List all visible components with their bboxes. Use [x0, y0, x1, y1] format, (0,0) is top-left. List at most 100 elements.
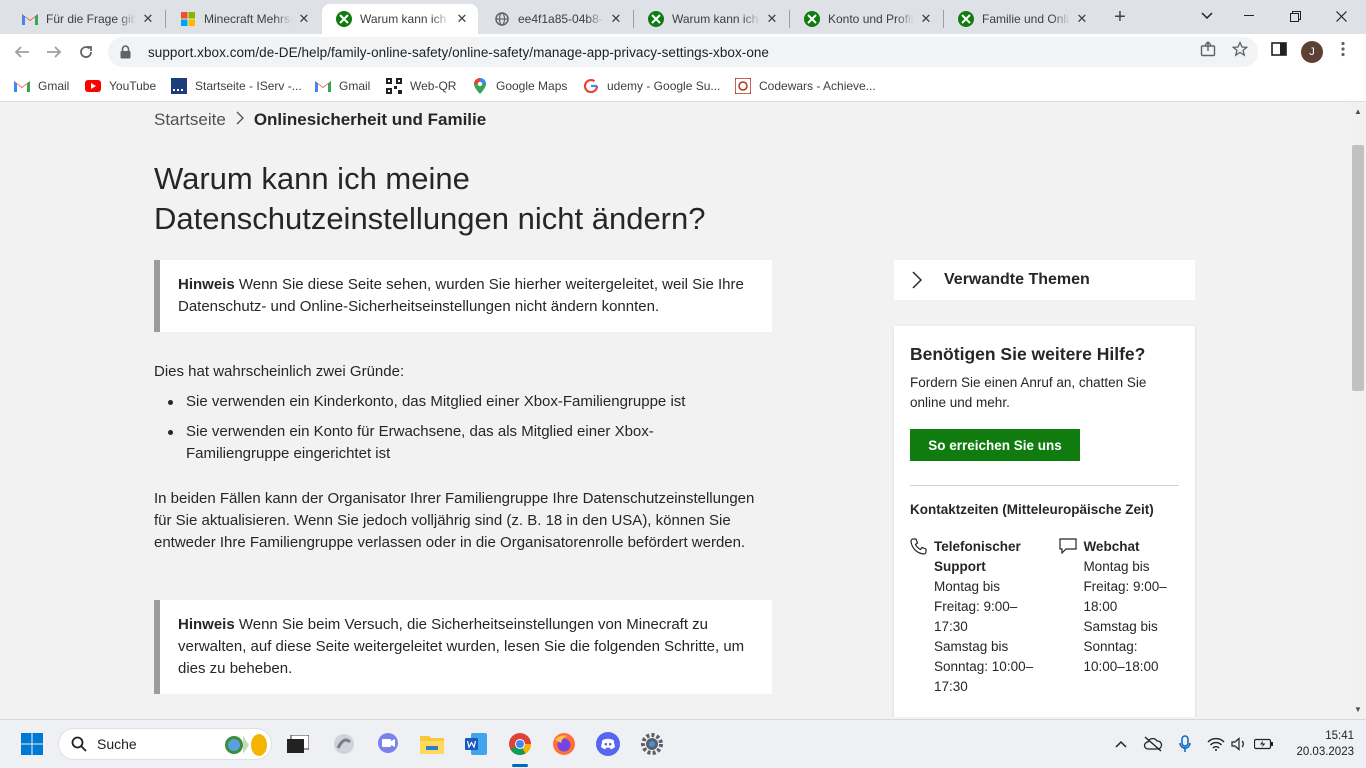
volume-icon[interactable]	[1230, 734, 1248, 754]
scroll-down-arrow-icon[interactable]: ▼	[1350, 701, 1366, 717]
tab-guid[interactable]: ee4f1a85-04b8-4 ✕	[480, 4, 632, 34]
system-clock[interactable]: 15:41 20.03.2023	[1282, 728, 1354, 760]
bookmark-udemy[interactable]: udemy - Google Su...	[583, 76, 720, 96]
tab-warum-active[interactable]: Warum kann ich meine ✕	[322, 4, 478, 34]
windows-start-icon[interactable]	[18, 730, 46, 758]
taskbar-search[interactable]: Suche	[58, 728, 272, 760]
bookmark-codewars[interactable]: Codewars - Achieve...	[735, 76, 876, 96]
phone-weekday-hours: Montag bis Freitag: 9:00–17:30	[934, 579, 1018, 634]
tray-chevron-up-icon[interactable]	[1112, 734, 1130, 754]
bookmark-star-icon[interactable]	[1231, 40, 1249, 58]
file-explorer-icon[interactable]	[418, 730, 446, 758]
wifi-icon[interactable]	[1206, 734, 1226, 754]
globe-icon	[494, 11, 510, 27]
body-paragraph: In beiden Fällen kann der Organisator Ih…	[154, 490, 755, 551]
close-tab-icon[interactable]: ✕	[296, 11, 312, 27]
profile-avatar[interactable]: J	[1301, 41, 1323, 63]
browser-toolbar: support.xbox.com/de-DE/help/family-onlin…	[0, 34, 1366, 70]
microphone-icon[interactable]	[1176, 734, 1194, 754]
settings-gear-icon[interactable]	[638, 730, 666, 758]
bookmark-iserv[interactable]: Startseite - IServ -...	[171, 76, 302, 96]
tab-search-button[interactable]	[1184, 0, 1230, 32]
chat-weekend-hours: Samstag bis Sonntag: 10:00–18:00	[1083, 619, 1159, 674]
reload-button[interactable]	[74, 40, 98, 64]
related-topics-toggle[interactable]: Verwandte Themen	[894, 260, 1195, 300]
chrome-icon[interactable]	[506, 730, 534, 758]
tab-warum-2[interactable]: Warum kann ich meine ✕	[634, 4, 788, 34]
teams-chat-icon[interactable]	[374, 730, 402, 758]
bookmarks-bar: Gmail YouTube Startseite - IServ -... Gm…	[0, 70, 1366, 102]
scroll-up-arrow-icon[interactable]: ▲	[1350, 103, 1366, 119]
address-bar[interactable]: support.xbox.com/de-DE/help/family-onlin…	[108, 37, 1258, 67]
qr-code-icon	[386, 78, 402, 94]
note-text: Wenn Sie beim Versuch, die Sicherheitsei…	[178, 616, 745, 677]
close-tab-icon[interactable]: ✕	[1074, 11, 1090, 27]
minimize-button[interactable]	[1226, 0, 1272, 32]
lock-icon[interactable]	[120, 45, 134, 59]
breadcrumb-current-link[interactable]: Onlinesicherheit und Familie	[254, 110, 486, 130]
reasons-list: Sie verwenden ein Kinderkonto, das Mitgl…	[154, 391, 714, 473]
xbox-icon	[336, 11, 352, 27]
scrollbar-thumb[interactable]	[1352, 145, 1364, 391]
new-tab-button[interactable]: +	[1108, 5, 1132, 29]
share-icon[interactable]	[1199, 40, 1217, 58]
side-panel-icon[interactable]	[1270, 40, 1288, 58]
clock-date: 20.03.2023	[1296, 746, 1354, 758]
forward-button[interactable]	[42, 40, 66, 64]
bookmark-google-maps[interactable]: Google Maps	[472, 76, 567, 96]
tab-gmail[interactable]: Für die Frage gibt ✕	[8, 4, 164, 34]
active-app-indicator	[512, 764, 528, 767]
bookmark-youtube[interactable]: YouTube	[85, 76, 156, 96]
google-icon	[583, 78, 599, 94]
restore-button[interactable]	[1272, 0, 1318, 32]
bookmark-gmail[interactable]: Gmail	[14, 76, 69, 96]
chat-icon	[1059, 537, 1083, 697]
web-page: Startseite Onlinesicherheit und Familie …	[0, 103, 1350, 717]
task-view-icon[interactable]	[284, 730, 312, 758]
widgets-icon[interactable]	[330, 730, 358, 758]
battery-icon[interactable]	[1254, 734, 1274, 754]
divider	[910, 485, 1179, 486]
page-scrollbar[interactable]: ▲ ▼	[1350, 103, 1366, 717]
tab-konto[interactable]: Konto und Profil ✕	[790, 4, 942, 34]
contact-us-button[interactable]: So erreichen Sie uns	[910, 429, 1080, 461]
intro-paragraph: Dies hat wahrscheinlich zwei Gründe:	[154, 363, 405, 380]
bookmark-gmail-2[interactable]: Gmail	[315, 76, 370, 96]
close-tab-icon[interactable]: ✕	[454, 11, 470, 27]
close-window-button[interactable]	[1318, 0, 1364, 32]
help-description: Fordern Sie einen Anruf an, chatten Sie …	[910, 375, 1147, 410]
contact-hours-title: Kontaktzeiten (Mitteleuropäische Zeit)	[910, 502, 1154, 517]
close-tab-icon[interactable]: ✕	[140, 11, 156, 27]
word-icon[interactable]	[462, 730, 490, 758]
chevron-right-icon	[912, 271, 930, 289]
cloud-offline-icon[interactable]	[1142, 734, 1164, 754]
note-minecraft: Hinweis Wenn Sie beim Versuch, die Siche…	[154, 600, 772, 694]
bookmark-web-qr[interactable]: Web-QR	[386, 76, 456, 96]
tab-minecraft[interactable]: Minecraft Mehrspieler ✕	[166, 4, 320, 34]
youtube-icon	[85, 78, 101, 94]
help-title: Benötigen Sie weitere Hilfe?	[910, 344, 1146, 364]
help-card: Benötigen Sie weitere Hilfe? Fordern Sie…	[894, 326, 1195, 717]
microsoft-icon	[180, 11, 196, 27]
chat-weekday-hours: Montag bis Freitag: 9:00–18:00	[1083, 559, 1167, 614]
note-label: Hinweis	[178, 276, 235, 293]
close-tab-icon[interactable]: ✕	[764, 11, 780, 27]
tab-strip: Für die Frage gibt ✕ Minecraft Mehrspiel…	[0, 0, 1366, 34]
phone-icon	[910, 537, 934, 697]
firefox-icon[interactable]	[550, 730, 578, 758]
webchat-label: Webchat	[1083, 539, 1140, 554]
close-tab-icon[interactable]: ✕	[608, 11, 624, 27]
breadcrumb-home-link[interactable]: Startseite	[154, 110, 226, 130]
xbox-icon	[648, 11, 664, 27]
page-title: Warum kann ich meine Datenschutzeinstell…	[154, 161, 706, 236]
back-button[interactable]	[10, 40, 34, 64]
discord-icon[interactable]	[594, 730, 622, 758]
search-icon	[71, 736, 87, 752]
search-placeholder: Suche	[97, 736, 137, 752]
menu-icon[interactable]	[1334, 40, 1352, 58]
xbox-icon	[958, 11, 974, 27]
url-text[interactable]: support.xbox.com/de-DE/help/family-onlin…	[148, 45, 769, 60]
tab-familie[interactable]: Familie und Online ✕	[944, 4, 1098, 34]
gmail-icon	[315, 78, 331, 94]
close-tab-icon[interactable]: ✕	[918, 11, 934, 27]
